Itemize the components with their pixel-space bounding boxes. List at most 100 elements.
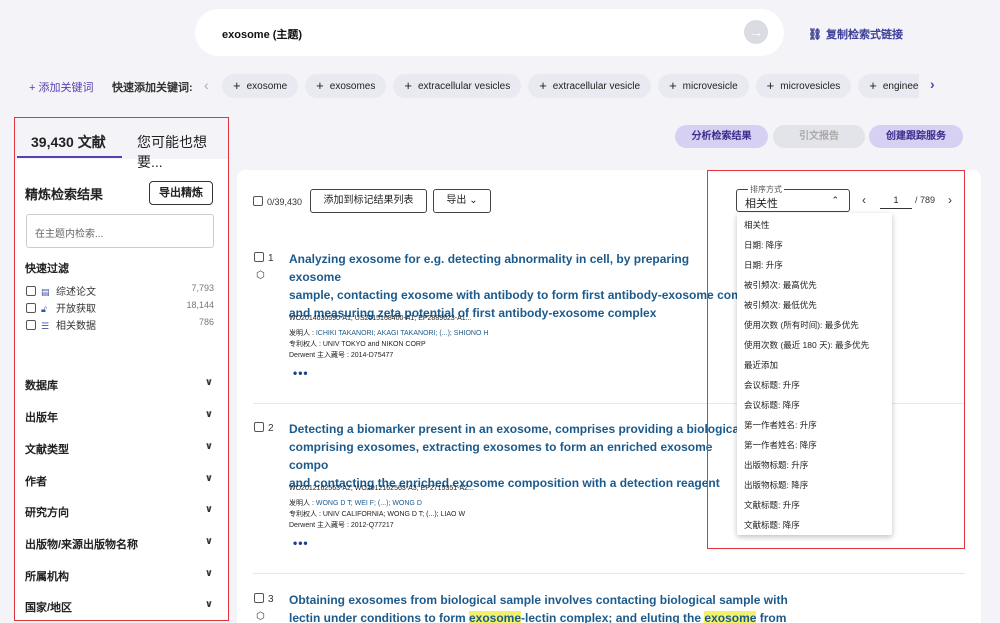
sort-option[interactable]: 被引频次: 最低优先 xyxy=(744,299,817,311)
filter-count: 18,144 xyxy=(186,300,214,310)
checkbox[interactable] xyxy=(26,286,36,296)
search-go-icon[interactable]: → xyxy=(744,20,768,44)
keyword-chip[interactable]: + microvesicle xyxy=(658,74,749,98)
search-bar[interactable]: exosome (主题) → xyxy=(195,9,784,56)
record-title[interactable]: Detecting a biomarker present in an exos… xyxy=(289,420,744,492)
facet-author[interactable]: 作者 ∨ xyxy=(25,473,213,489)
citation-report-button[interactable]: 引文报告 xyxy=(773,125,865,148)
chevron-up-icon: ⌃ xyxy=(831,195,839,205)
sort-option[interactable]: 使用次数 (所有时间): 最多优先 xyxy=(744,319,859,331)
analyze-results-button[interactable]: 分析检索结果 xyxy=(675,125,768,148)
search-query[interactable]: exosome (主题) xyxy=(222,26,302,42)
export-refine-button[interactable]: 导出精炼 xyxy=(149,181,213,205)
more-options-icon[interactable]: ••• xyxy=(293,536,309,550)
sort-option[interactable]: 日期: 降序 xyxy=(744,239,783,251)
checkbox[interactable] xyxy=(254,593,264,603)
facet-pub-year[interactable]: 出版年 ∨ xyxy=(25,409,213,425)
page-total: / 789 xyxy=(915,195,936,205)
link-icon: ⛓ xyxy=(808,29,822,41)
topic-search-input[interactable]: 在主题内检索... xyxy=(26,214,214,248)
record-number[interactable]: 2 xyxy=(254,422,274,434)
assignee: 专利权人 : UNIV CALIFORNIA; WONG D T; (...);… xyxy=(289,511,466,518)
derwent-accession: Derwent 主入藏号 : 2012-Q77217 xyxy=(289,522,394,529)
facet-country[interactable]: 国家/地区 ∨ xyxy=(25,599,213,615)
sort-option[interactable]: 相关性 xyxy=(744,219,770,231)
sort-option[interactable]: 使用次数 (最近 180 天): 最多优先 xyxy=(744,339,869,351)
patent-icon: ⬡ xyxy=(256,270,265,281)
sort-option[interactable]: 会议标题: 降序 xyxy=(744,399,800,411)
facet-research-area[interactable]: 研究方向 ∨ xyxy=(25,504,213,520)
sort-option[interactable]: 文献标题: 升序 xyxy=(744,499,800,511)
add-keyword-button[interactable]: + 添加关键词 xyxy=(29,79,93,95)
sort-option[interactable]: 第一作者姓名: 升序 xyxy=(744,419,817,431)
keyword-chip[interactable]: + extracellular vesicles xyxy=(393,74,522,98)
create-alert-button[interactable]: 创建跟踪服务 xyxy=(869,125,963,148)
plus-icon: + xyxy=(233,78,241,93)
quick-filter-data[interactable]: ☰ 相关数据 786 xyxy=(26,317,214,332)
inventors: 发明人 : ICHIKI TAKANORI; AKAGI TAKANORI; (… xyxy=(289,330,489,337)
keyword-chip[interactable]: + enginee xyxy=(858,74,919,98)
more-options-icon[interactable]: ••• xyxy=(293,366,309,380)
chevron-right-icon[interactable]: › xyxy=(948,193,952,207)
checkbox[interactable] xyxy=(253,196,263,206)
chevron-right-icon[interactable]: › xyxy=(930,76,935,92)
keyword-chip[interactable]: + exosome xyxy=(222,74,299,98)
sort-option[interactable]: 出版物标题: 降序 xyxy=(744,479,808,491)
sort-option[interactable]: 第一作者姓名: 降序 xyxy=(744,439,817,451)
select-all[interactable]: 0/39,430 xyxy=(253,196,302,207)
checkbox[interactable] xyxy=(254,252,264,262)
sort-option[interactable]: 会议标题: 升序 xyxy=(744,379,800,391)
checkbox[interactable] xyxy=(26,303,36,313)
patent-numbers: WO2012162563-A2; WO2012162563-A3; EP2715… xyxy=(289,485,474,492)
copy-query-link[interactable]: ⛓ 复制检索式链接 xyxy=(808,26,903,42)
plus-icon: + xyxy=(404,78,412,93)
chevron-down-icon: ∨ xyxy=(204,536,213,547)
plus-icon: + xyxy=(869,78,877,93)
keyword-chip[interactable]: + extracellular vesicle xyxy=(528,74,652,98)
quick-filter-review[interactable]: ▤ 综述论文 7,793 xyxy=(26,283,214,298)
sort-option[interactable]: 最近添加 xyxy=(744,359,778,371)
facet-database[interactable]: 数据库 ∨ xyxy=(25,377,213,393)
add-to-marked-list-button[interactable]: 添加到标记结果列表 xyxy=(310,189,427,213)
chevron-left-icon[interactable]: ‹ xyxy=(862,193,866,207)
chevron-down-icon: ⌄ xyxy=(469,195,478,206)
quick-add-keyword-label: 快速添加关键词: xyxy=(112,82,193,94)
tab-suggestions[interactable]: 您可能也想要... xyxy=(137,132,228,172)
keyword-chip[interactable]: + exosomes xyxy=(305,74,387,98)
derwent-accession: Derwent 主入藏号 : 2014-D75477 xyxy=(289,352,394,359)
sort-option[interactable]: 被引频次: 最高优先 xyxy=(744,279,817,291)
checkbox[interactable] xyxy=(26,320,36,330)
sort-option[interactable]: 文献标题: 降序 xyxy=(744,519,800,531)
checkbox[interactable] xyxy=(254,422,264,432)
record-number[interactable]: 1 xyxy=(254,252,274,264)
keyword-chip[interactable]: + microvesicles xyxy=(755,74,852,98)
filter-count: 786 xyxy=(198,317,214,327)
sort-option[interactable]: 出版物标题: 升序 xyxy=(744,459,808,471)
facet-doc-type[interactable]: 文献类型 ∨ xyxy=(25,441,213,457)
quick-filter-open-access[interactable]: 🔓︎ 开放获取 18,144 xyxy=(26,300,214,315)
chevron-down-icon: ∨ xyxy=(204,473,213,484)
inventor-links[interactable]: WONG D T; WEI F; (...); WONG D xyxy=(316,500,422,507)
chevron-down-icon: ∨ xyxy=(204,504,213,515)
facet-publication[interactable]: 出版物/来源出版物名称 ∨ xyxy=(25,536,213,552)
inventors: 发明人 : WONG D T; WEI F; (...); WONG D xyxy=(289,500,422,507)
plus-icon: + xyxy=(766,78,775,93)
sort-options-menu: 相关性 日期: 降序 日期: 升序 被引频次: 最高优先 被引频次: 最低优先 … xyxy=(737,213,892,535)
export-button[interactable]: 导出 ⌄ xyxy=(433,189,491,213)
chevron-left-icon[interactable]: ‹ xyxy=(204,77,209,93)
sort-option[interactable]: 日期: 升序 xyxy=(744,259,783,271)
database-icon: ☰ xyxy=(41,321,50,331)
chevron-down-icon: ∨ xyxy=(204,441,213,452)
highlight-term: exosome xyxy=(704,611,757,623)
record-title[interactable]: Obtaining exosomes from biological sampl… xyxy=(289,591,809,623)
record-number[interactable]: 3 xyxy=(254,593,274,605)
page-number-input[interactable]: 1 xyxy=(880,192,912,209)
plus-icon: + xyxy=(316,78,324,93)
inventor-links[interactable]: ICHIKI TAKANORI; AKAGI TAKANORI; (...); … xyxy=(316,330,489,337)
tab-results[interactable]: 39,430 文献 xyxy=(31,132,106,152)
facet-affiliation[interactable]: 所属机构 ∨ xyxy=(25,568,213,584)
chevron-down-icon: ∨ xyxy=(204,409,213,420)
plus-icon: + xyxy=(539,78,547,93)
chevron-down-icon: ∨ xyxy=(204,568,213,579)
record-title[interactable]: Analyzing exosome for e.g. detecting abn… xyxy=(289,250,744,322)
